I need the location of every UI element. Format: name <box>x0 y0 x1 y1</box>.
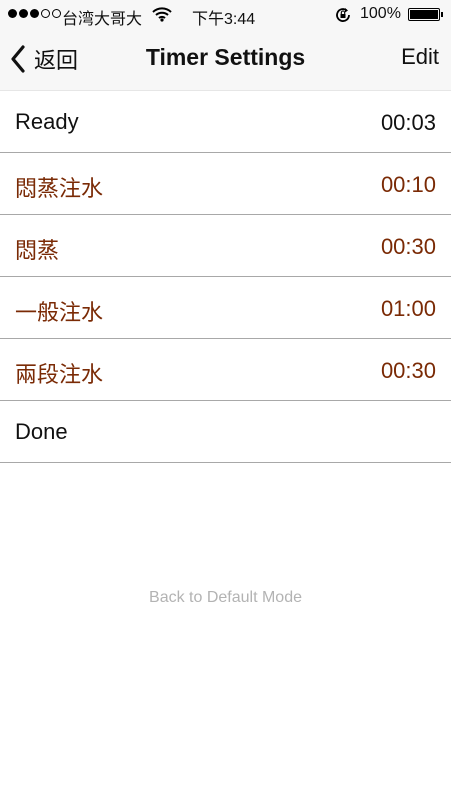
navigation-bar: Timer Settings 返回 Edit <box>0 28 451 90</box>
carrier-name: 台湾大哥大 <box>62 11 143 28</box>
status-time: 下午3:44 <box>192 11 256 28</box>
battery-nub <box>441 12 443 17</box>
battery-icon <box>408 8 440 21</box>
back-to-default-mode-button[interactable]: Back to Default Mode <box>0 589 451 607</box>
timer-duration: 00:30 <box>380 358 436 383</box>
signal-dot <box>30 9 39 18</box>
timer-row-regular-pour[interactable]: 一般注水 01:00 <box>0 277 451 339</box>
timer-row-bloom[interactable]: 悶蒸 00:30 <box>0 215 451 277</box>
wifi-icon <box>152 6 172 27</box>
battery-fill <box>410 10 438 19</box>
timer-row-done[interactable]: Done <box>0 401 451 463</box>
timer-list: Ready 00:03 悶蒸注水 00:10 悶蒸 00:30 一般注水 01:… <box>0 90 451 463</box>
chevron-left-icon <box>10 45 26 73</box>
signal-dot <box>52 9 61 18</box>
signal-strength-icon <box>8 9 61 18</box>
battery-percentage: 100% <box>360 5 401 22</box>
timer-name: 兩段注水 <box>15 362 104 387</box>
status-bar: 台湾大哥大 下午3:44 100% <box>0 0 451 28</box>
signal-dot <box>8 9 17 18</box>
timer-name: Ready <box>15 109 79 134</box>
timer-duration: 00:10 <box>380 172 436 197</box>
back-label: 返回 <box>34 48 79 73</box>
timer-row-bloom-pour[interactable]: 悶蒸注水 00:10 <box>0 153 451 215</box>
timer-duration: 01:00 <box>380 296 436 321</box>
signal-dot <box>19 9 28 18</box>
edit-button[interactable]: Edit <box>401 44 439 70</box>
timer-name: 一般注水 <box>15 300 104 325</box>
timer-duration: 00:03 <box>380 110 436 135</box>
timer-row-two-stage-pour[interactable]: 兩段注水 00:30 <box>0 339 451 401</box>
back-button[interactable]: 返回 <box>10 42 78 76</box>
signal-dot <box>41 9 50 18</box>
timer-name: 悶蒸注水 <box>15 176 104 201</box>
timer-name: Done <box>15 419 68 444</box>
rotation-lock-icon <box>334 6 352 29</box>
timer-name: 悶蒸 <box>15 238 60 263</box>
timer-row-ready[interactable]: Ready 00:03 <box>0 91 451 153</box>
timer-duration: 00:30 <box>380 234 436 259</box>
